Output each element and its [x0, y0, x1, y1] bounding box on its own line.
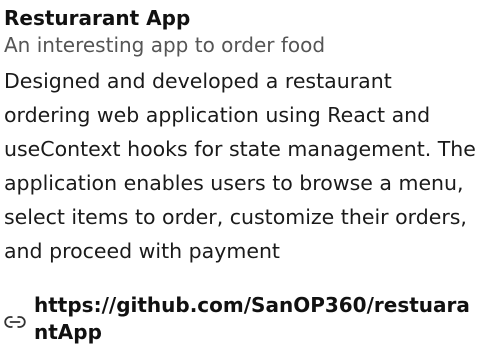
project-link[interactable]: https://github.com/SanOP360/restuarantAp…	[34, 292, 482, 346]
project-card: Resturarant App An interesting app to or…	[0, 0, 484, 345]
link-icon	[4, 315, 26, 329]
project-subtitle: An interesting app to order food	[4, 33, 326, 57]
project-description: Designed and developed a restaurant orde…	[4, 69, 476, 263]
project-title: Resturarant App	[4, 6, 191, 30]
project-link-row[interactable]: https://github.com/SanOP360/restuarantAp…	[4, 292, 482, 346]
